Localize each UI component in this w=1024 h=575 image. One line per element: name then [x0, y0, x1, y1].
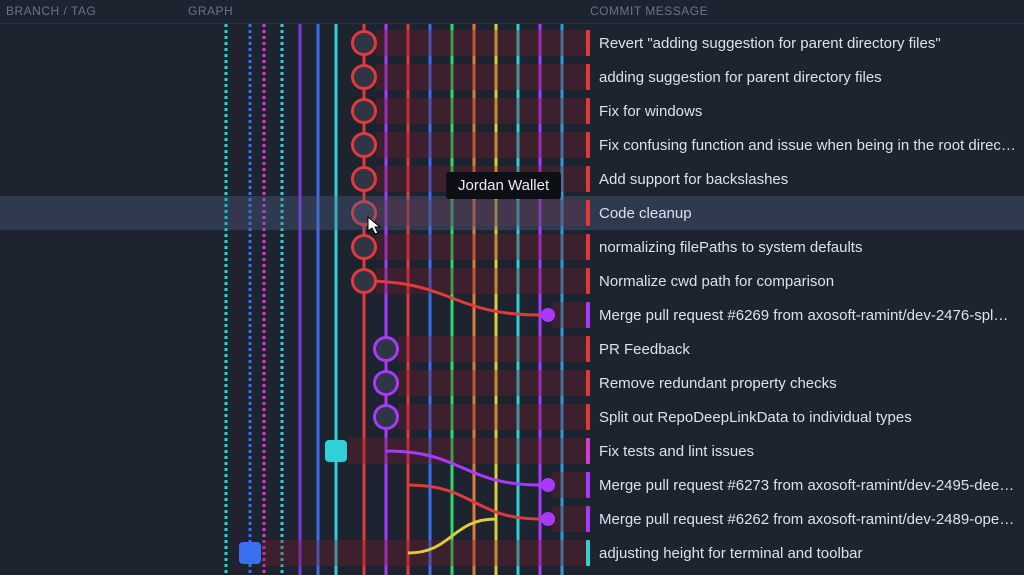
commit-row[interactable]: Split out RepoDeepLinkData to individual… [0, 400, 1024, 434]
commit-row[interactable]: normalizing filePaths to system defaults [0, 230, 1024, 264]
commit-row[interactable]: PR Feedback [0, 332, 1024, 366]
commit-accent [586, 506, 590, 532]
mouse-cursor-icon [367, 216, 383, 236]
commit-row[interactable]: Fix for windows [0, 94, 1024, 128]
commit-row[interactable]: Fix tests and lint issues [0, 434, 1024, 468]
commit-accent [586, 370, 590, 396]
commit-message: Code cleanup [599, 205, 1016, 222]
tooltip-text: Jordan Wallet [458, 177, 549, 194]
commit-message: Revert "adding suggestion for parent dir… [599, 35, 1016, 52]
commit-row[interactable]: Merge pull request #6273 from axosoft-ra… [0, 468, 1024, 502]
commit-message: PR Feedback [599, 341, 1016, 358]
commit-message: adjusting height for terminal and toolba… [599, 545, 1016, 562]
commit-accent [586, 200, 590, 226]
commit-accent [586, 64, 590, 90]
commit-message: Fix tests and lint issues [599, 443, 1016, 460]
commit-message: Merge pull request #6262 from axosoft-ra… [599, 511, 1016, 528]
commit-message: Remove redundant property checks [599, 375, 1016, 392]
commit-row[interactable]: Fix confusing function and issue when be… [0, 128, 1024, 162]
commit-message: Fix for windows [599, 103, 1016, 120]
commit-list: Revert "adding suggestion for parent dir… [0, 24, 1024, 575]
commit-row[interactable]: adding suggestion for parent directory f… [0, 60, 1024, 94]
header-graph[interactable]: GRAPH [186, 0, 590, 23]
commit-row[interactable]: Code cleanup [0, 196, 1024, 230]
commit-accent [586, 336, 590, 362]
commit-accent [586, 302, 590, 328]
commit-message: Fix confusing function and issue when be… [599, 137, 1016, 154]
commit-accent [586, 132, 590, 158]
header-commit-message[interactable]: COMMIT MESSAGE [590, 0, 1024, 23]
commit-accent [586, 30, 590, 56]
commit-message: Merge pull request #6269 from axosoft-ra… [599, 307, 1016, 324]
commit-accent [586, 98, 590, 124]
commit-message: Merge pull request #6273 from axosoft-ra… [599, 477, 1016, 494]
commit-message: adding suggestion for parent directory f… [599, 69, 1016, 86]
commit-accent [586, 438, 590, 464]
commit-row[interactable]: adjusting height for terminal and toolba… [0, 536, 1024, 570]
commit-row[interactable]: Remove redundant property checks [0, 366, 1024, 400]
avatar-tooltip: Jordan Wallet [446, 172, 561, 199]
commit-message: Add support for backslashes [599, 171, 1016, 188]
commit-accent [586, 234, 590, 260]
commit-accent [586, 268, 590, 294]
commit-message: Split out RepoDeepLinkData to individual… [599, 409, 1016, 426]
commit-row[interactable]: Merge pull request #6262 from axosoft-ra… [0, 502, 1024, 536]
commit-message: normalizing filePaths to system defaults [599, 239, 1016, 256]
commit-accent [586, 166, 590, 192]
column-header-row: BRANCH / TAG GRAPH COMMIT MESSAGE [0, 0, 1024, 24]
header-branch-tag[interactable]: BRANCH / TAG [0, 0, 186, 23]
commit-row[interactable]: Merge pull request #6269 from axosoft-ra… [0, 298, 1024, 332]
commit-message: Normalize cwd path for comparison [599, 273, 1016, 290]
commit-row[interactable]: Revert "adding suggestion for parent dir… [0, 26, 1024, 60]
commit-row[interactable]: Normalize cwd path for comparison [0, 264, 1024, 298]
commit-accent [586, 404, 590, 430]
commit-accent [586, 540, 590, 566]
commit-accent [586, 472, 590, 498]
